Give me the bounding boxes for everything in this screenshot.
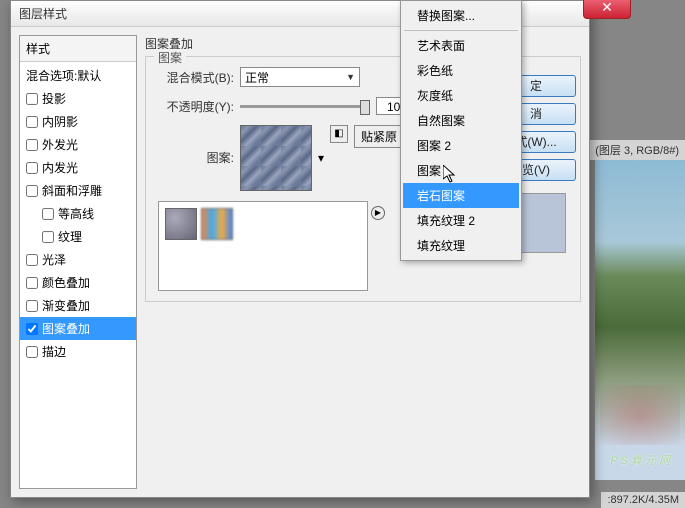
style-checkbox[interactable]	[26, 254, 38, 266]
sidebar-item-label: 纹理	[58, 228, 82, 245]
document-info: (图层 3, RGB/8#)	[589, 140, 685, 160]
sidebar-item-label: 等高线	[58, 205, 94, 222]
new-preset-button[interactable]: ◧	[330, 125, 348, 143]
sidebar-item-label: 外发光	[42, 136, 78, 153]
flyout-menu-icon[interactable]: ▶	[371, 206, 385, 220]
opacity-slider[interactable]	[240, 105, 370, 108]
status-bar: :897.2K/4.35M	[601, 492, 685, 508]
menu-item[interactable]: 艺术表面	[403, 33, 519, 58]
preset-thumb[interactable]	[201, 208, 233, 240]
sidebar-header[interactable]: 样式	[20, 36, 136, 62]
menu-item[interactable]: 图案 2	[403, 133, 519, 158]
pattern-context-menu: 替换图案... 艺术表面彩色纸灰度纸自然图案图案 2图案岩石图案填充纹理 2填充纹…	[400, 0, 522, 261]
sidebar-item[interactable]: 描边	[20, 340, 136, 363]
sidebar-item-label: 光泽	[42, 251, 66, 268]
blend-mode-label: 混合模式(B):	[158, 69, 234, 86]
sidebar-item[interactable]: 颜色叠加	[20, 271, 136, 294]
style-checkbox[interactable]	[42, 208, 54, 220]
menu-item[interactable]: 替换图案...	[403, 3, 519, 28]
sidebar-item[interactable]: 渐变叠加	[20, 294, 136, 317]
style-checkbox[interactable]	[42, 231, 54, 243]
sidebar-item[interactable]: 投影	[20, 87, 136, 110]
sidebar-item-label: 投影	[42, 90, 66, 107]
sidebar-item[interactable]: 内阴影	[20, 110, 136, 133]
style-checkbox[interactable]	[26, 323, 38, 335]
pattern-presets[interactable]: ▶	[158, 201, 368, 291]
sidebar-item-label: 斜面和浮雕	[42, 182, 102, 199]
chevron-down-icon[interactable]: ▾	[318, 151, 324, 165]
blend-options-item[interactable]: 混合选项:默认	[20, 64, 136, 87]
watermark: P S 真 元 网	[611, 452, 671, 468]
blend-mode-select[interactable]: 正常	[240, 67, 360, 87]
menu-item[interactable]: 填充纹理 2	[403, 208, 519, 233]
sidebar-item[interactable]: 纹理	[20, 225, 136, 248]
menu-item[interactable]: 岩石图案	[403, 183, 519, 208]
menu-separator	[404, 30, 518, 31]
sidebar-item-label: 内发光	[42, 159, 78, 176]
sidebar-item-label: 内阴影	[42, 113, 78, 130]
pattern-label: 图案:	[158, 149, 234, 166]
sidebar-item-label: 渐变叠加	[42, 297, 90, 314]
opacity-label: 不透明度(Y):	[158, 98, 234, 115]
sidebar-item-label: 描边	[42, 343, 66, 360]
sidebar-item-label: 图案叠加	[42, 320, 90, 337]
snap-to-origin-button[interactable]: 贴紧原	[354, 125, 404, 148]
pattern-swatch[interactable]	[240, 125, 312, 191]
sidebar-item[interactable]: 斜面和浮雕	[20, 179, 136, 202]
menu-item[interactable]: 彩色纸	[403, 58, 519, 83]
sidebar-item[interactable]: 图案叠加	[20, 317, 136, 340]
menu-item[interactable]: 填充纹理	[403, 233, 519, 258]
style-checkbox[interactable]	[26, 139, 38, 151]
style-checkbox[interactable]	[26, 93, 38, 105]
menu-item[interactable]: 自然图案	[403, 108, 519, 133]
style-checkbox[interactable]	[26, 185, 38, 197]
canvas-preview	[595, 140, 685, 480]
sidebar-item-label: 颜色叠加	[42, 274, 90, 291]
style-checkbox[interactable]	[26, 162, 38, 174]
menu-item[interactable]: 图案	[403, 158, 519, 183]
preset-thumb[interactable]	[165, 208, 197, 240]
sidebar-item[interactable]: 外发光	[20, 133, 136, 156]
style-checkbox[interactable]	[26, 116, 38, 128]
style-checkbox[interactable]	[26, 300, 38, 312]
dialog-title: 图层样式	[19, 5, 67, 22]
sidebar-item[interactable]: 内发光	[20, 156, 136, 179]
group-legend: 图案	[154, 49, 186, 66]
close-button[interactable]: ✕	[583, 0, 631, 19]
menu-item[interactable]: 灰度纸	[403, 83, 519, 108]
style-checkbox[interactable]	[26, 346, 38, 358]
style-checkbox[interactable]	[26, 277, 38, 289]
sidebar-item[interactable]: 光泽	[20, 248, 136, 271]
sidebar-item[interactable]: 等高线	[20, 202, 136, 225]
styles-sidebar: 样式 混合选项:默认投影内阴影外发光内发光斜面和浮雕等高线纹理光泽颜色叠加渐变叠…	[19, 35, 137, 489]
